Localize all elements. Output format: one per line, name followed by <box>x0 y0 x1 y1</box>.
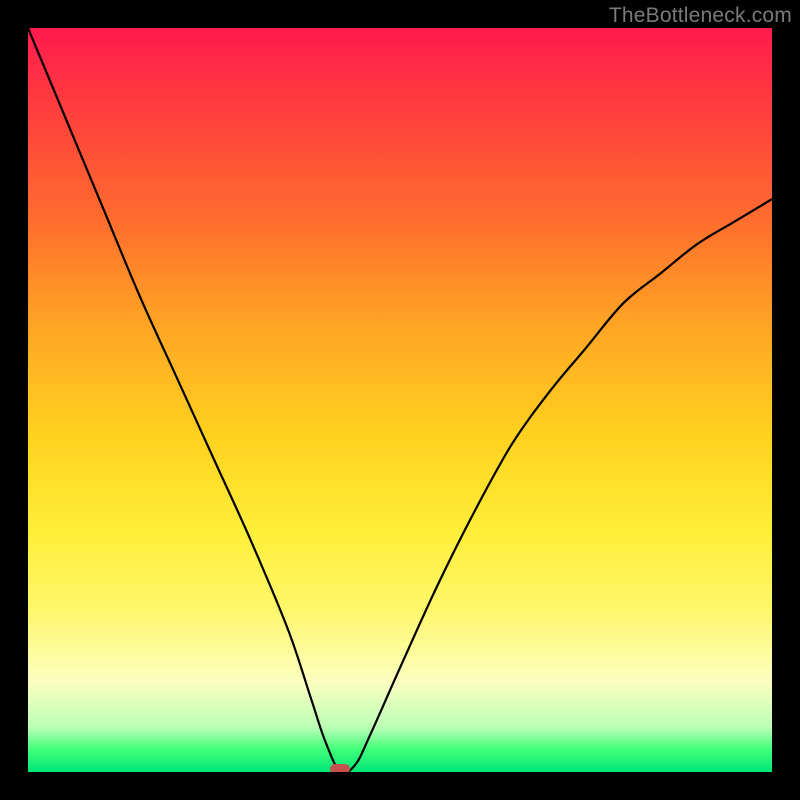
watermark-text: TheBottleneck.com <box>609 4 792 28</box>
plot-area <box>28 28 772 772</box>
curve-path <box>28 28 772 772</box>
minimum-marker <box>330 764 350 772</box>
bottleneck-curve <box>28 28 772 772</box>
